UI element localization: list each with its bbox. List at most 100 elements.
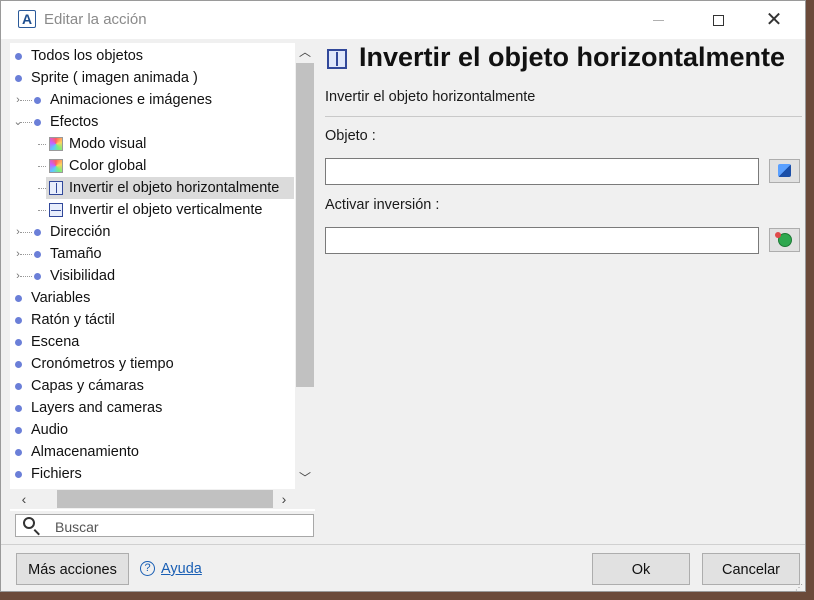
object-param-field[interactable] [325, 158, 759, 185]
close-button[interactable]: ✕ [751, 1, 797, 39]
flip-horizontal-icon [49, 181, 63, 195]
bullet-icon [15, 75, 22, 82]
color-palette-icon [49, 137, 63, 151]
search-input[interactable] [53, 517, 307, 536]
tree-connector [38, 210, 46, 211]
tree-item-label: Almacenamiento [31, 444, 139, 460]
tree-item[interactable]: Escena [10, 331, 315, 353]
tree-item-label: Invertir el objeto horizontalmente [69, 180, 280, 196]
flip-vertical-icon [49, 203, 63, 217]
tree-item-label: Visibilidad [50, 268, 116, 284]
edit-action-dialog: A Editar la acción ✕ Todos los objetos Sp… [0, 0, 806, 592]
minimize-button[interactable] [635, 1, 681, 39]
action-title: Invertir el objeto horizontalmente [359, 42, 786, 72]
cancel-button[interactable]: Cancelar [702, 553, 800, 585]
tree-item[interactable]: Modo visual [10, 133, 315, 155]
flip-horizontal-icon [327, 49, 347, 69]
minimize-icon [652, 19, 664, 21]
tree-item[interactable]: Fichiers [10, 463, 315, 485]
tree-item[interactable]: Invertir el objeto horizontalmente [10, 177, 315, 199]
bullet-icon [34, 273, 41, 280]
bullet-icon [15, 471, 22, 478]
tree-item-label: Fichiers [31, 466, 82, 482]
help-label[interactable]: Ayuda [161, 561, 202, 577]
app-logo-icon: A [18, 10, 36, 28]
tree-item[interactable]: › Dirección [10, 221, 315, 243]
scroll-down-icon[interactable]: ﹀ [295, 469, 315, 487]
tree-item[interactable]: Sprite ( imagen animada ) [10, 67, 315, 89]
tree-item[interactable]: › Visibilidad [10, 265, 315, 287]
bullet-icon [15, 449, 22, 456]
tree-item[interactable]: Color global [10, 155, 315, 177]
collapse-icon[interactable]: ⌄ [13, 111, 23, 133]
tree-item[interactable]: ⌄ Efectos [10, 111, 315, 133]
tree-item[interactable]: Audio [10, 419, 315, 441]
scroll-up-icon[interactable]: ︿ [295, 43, 315, 61]
tree-item-label: Audio [31, 422, 69, 438]
tree-item[interactable]: Variables [10, 287, 315, 309]
footer-divider [1, 544, 805, 545]
tree-item-label: Dirección [50, 224, 111, 240]
tree-item[interactable]: Invertir el objeto verticalmente [10, 199, 315, 221]
color-palette-icon [49, 159, 63, 173]
tree-connector [38, 144, 46, 145]
search-icon [23, 517, 35, 529]
search-box[interactable] [15, 514, 314, 537]
yes-no-selector-button[interactable] [769, 228, 800, 252]
help-icon: ? [140, 561, 155, 576]
bullet-icon [15, 361, 22, 368]
window-title: Editar la acción [44, 11, 147, 28]
bullet-icon [15, 53, 22, 60]
tree-connector [38, 188, 46, 189]
tree-item-label: Escena [31, 334, 80, 350]
tree-item[interactable]: Todos los objetos [10, 45, 315, 67]
tree-item-label: Color global [69, 158, 147, 174]
tree-item[interactable]: Capas y cámaras [10, 375, 315, 397]
bullet-icon [34, 119, 41, 126]
tree-item[interactable]: Ratón y táctil [10, 309, 315, 331]
bullet-icon [15, 383, 22, 390]
bullet-icon [15, 317, 22, 324]
ok-button[interactable]: Ok [592, 553, 690, 585]
resize-grip-icon[interactable]: ⋰ [795, 583, 803, 591]
tree-item-label: Animaciones e imágenes [50, 92, 213, 108]
divider [325, 116, 802, 117]
tree-horizontal-scrollbar[interactable]: ‹ › [10, 489, 315, 509]
object-selector-icon [778, 164, 791, 177]
flip-param-label: Activar inversión : [325, 197, 440, 213]
tree-item-label: Tamaño [50, 246, 102, 262]
scroll-right-icon[interactable]: › [274, 489, 294, 509]
tree-item[interactable]: Layers and cameras [10, 397, 315, 419]
tree-item-label: Todos los objetos [31, 48, 144, 64]
tree-item-label: Sprite ( imagen animada ) [31, 70, 198, 86]
expand-icon[interactable]: › [13, 221, 23, 243]
bullet-icon [34, 229, 41, 236]
object-selector-button[interactable] [769, 159, 800, 183]
more-actions-button[interactable]: Más acciones [16, 553, 129, 585]
scroll-thumb[interactable] [296, 63, 314, 387]
scroll-thumb-horizontal[interactable] [57, 490, 273, 508]
tree-item[interactable]: › Animaciones e imágenes [10, 89, 315, 111]
close-icon: ✕ [765, 9, 783, 31]
tree-item[interactable]: Almacenamiento [10, 441, 315, 463]
scroll-left-icon[interactable]: ‹ [14, 489, 34, 509]
tree-item[interactable]: › Tamaño [10, 243, 315, 265]
tree-item-label: Variables [31, 290, 91, 306]
expand-icon[interactable]: › [13, 265, 23, 287]
flip-param-field[interactable] [325, 227, 759, 254]
bullet-icon [15, 427, 22, 434]
tree-item-label: Ratón y táctil [31, 312, 115, 328]
expand-icon[interactable]: › [13, 243, 23, 265]
tree-item-label: Capas y cámaras [31, 378, 144, 394]
tree-item-label: Invertir el objeto verticalmente [69, 202, 263, 218]
bullet-icon [15, 295, 22, 302]
expand-icon[interactable]: › [13, 89, 23, 111]
maximize-button[interactable] [695, 1, 741, 39]
tree-item-label: Efectos [50, 114, 99, 130]
tree-vertical-scrollbar[interactable]: ︿ ﹀ [295, 43, 315, 489]
maximize-icon [712, 14, 724, 26]
yes-no-selector-icon [775, 232, 792, 247]
tree-item[interactable]: Cronómetros y tiempo [10, 353, 315, 375]
tree-item-label: Layers and cameras [31, 400, 163, 416]
action-tree[interactable]: Todos los objetos Sprite ( imagen animada… [10, 43, 315, 511]
